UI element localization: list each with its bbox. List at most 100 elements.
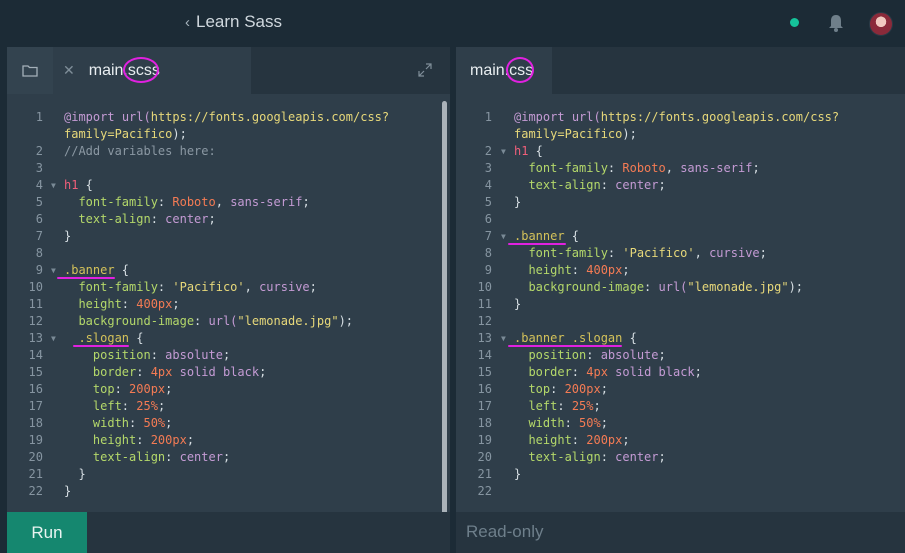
scrollbar[interactable] bbox=[442, 101, 447, 546]
course-title[interactable]: Learn Sass bbox=[196, 12, 282, 32]
code-line: 18 width: 50%; bbox=[7, 415, 450, 432]
code-text: height: 400px; bbox=[514, 262, 629, 279]
code-token: 'Pacifico' bbox=[622, 246, 695, 260]
code-line: 9 height: 400px; bbox=[456, 262, 905, 279]
code-token: @import bbox=[64, 110, 115, 124]
code-line: 11} bbox=[456, 296, 905, 313]
close-icon[interactable]: ✕ bbox=[63, 62, 75, 79]
line-number: 16 bbox=[28, 382, 43, 396]
code-token: h1 bbox=[64, 178, 79, 192]
code-token: top bbox=[514, 382, 551, 396]
code-token: { bbox=[129, 331, 144, 345]
line-number: 15 bbox=[477, 365, 492, 379]
code-token: { bbox=[114, 263, 130, 277]
code-line: 16 top: 200px; bbox=[456, 381, 905, 398]
code-token: 200px bbox=[129, 382, 166, 396]
code-token: , bbox=[215, 195, 231, 209]
avatar[interactable] bbox=[869, 12, 893, 36]
code-line: 15 border: 4px solid black; bbox=[456, 364, 905, 381]
code-token: : bbox=[136, 433, 151, 447]
annotation-underline bbox=[508, 243, 566, 245]
code-token: } bbox=[514, 297, 522, 311]
chevron-left-icon[interactable]: ‹ bbox=[185, 14, 190, 31]
fold-toggle-icon[interactable]: ▼ bbox=[51, 330, 56, 347]
code-text: //Add variables here: bbox=[64, 143, 216, 160]
code-token: : bbox=[571, 433, 587, 447]
code-token: family=Pacifico bbox=[514, 127, 623, 141]
code-token: ; bbox=[694, 365, 702, 379]
line-number: 3 bbox=[35, 161, 43, 175]
code-text: } bbox=[64, 483, 71, 500]
line-number: 17 bbox=[477, 399, 492, 413]
code-line: 20 text-align: center; bbox=[7, 449, 450, 466]
code-text: text-align: center; bbox=[514, 177, 665, 194]
tab-main-css[interactable]: main.css bbox=[456, 47, 552, 94]
code-token: family=Pacifico bbox=[64, 127, 173, 141]
editor-pane-scss: ✕ main.scss 1 @import url(https://fonts.g… bbox=[7, 47, 450, 553]
code-line: 6 text-align: center; bbox=[7, 211, 450, 228]
code-token: .banner .slogan bbox=[514, 331, 623, 345]
editor-footer: Run bbox=[7, 512, 450, 553]
code-token: absolute bbox=[600, 348, 659, 362]
expand-icon[interactable] bbox=[418, 63, 432, 77]
code-token: : bbox=[121, 399, 137, 413]
code-token: : bbox=[600, 450, 616, 464]
code-token: ; bbox=[593, 399, 601, 413]
code-token: ; bbox=[302, 195, 310, 209]
line-number: 8 bbox=[484, 246, 492, 260]
code-line: 21} bbox=[456, 466, 905, 483]
fold-toggle-icon[interactable]: ▼ bbox=[501, 228, 506, 245]
code-token: border bbox=[514, 365, 572, 379]
code-token: font-family bbox=[514, 161, 608, 175]
tab-main-scss[interactable]: ✕ main.scss bbox=[53, 47, 251, 94]
bell-icon[interactable] bbox=[827, 13, 845, 33]
code-token: } bbox=[514, 467, 522, 481]
code-token: black bbox=[222, 365, 260, 379]
code-token: : bbox=[607, 161, 623, 175]
code-text: top: 200px; bbox=[64, 381, 173, 398]
code-token: left bbox=[514, 399, 558, 413]
line-number: 18 bbox=[477, 416, 492, 430]
code-token: position bbox=[64, 348, 151, 362]
code-token: //Add variables here: bbox=[64, 144, 216, 158]
code-editor[interactable]: 1 @import url(https://fonts.googleapis.co… bbox=[7, 109, 450, 500]
tab-filename: main.css bbox=[470, 56, 534, 83]
code-text: } bbox=[514, 194, 521, 211]
fold-toggle-icon[interactable]: ▼ bbox=[51, 262, 56, 279]
code-token: ; bbox=[752, 161, 760, 175]
code-line: 3 bbox=[7, 160, 450, 177]
fold-toggle-icon[interactable]: ▼ bbox=[501, 330, 506, 347]
code-text: background-image: url("lemonade.jpg"); bbox=[64, 313, 353, 330]
line-number: 2 bbox=[484, 144, 492, 158]
code-token: url( bbox=[121, 110, 151, 124]
line-number: 3 bbox=[484, 161, 492, 175]
folder-icon[interactable] bbox=[7, 47, 53, 94]
code-token: { bbox=[622, 331, 637, 345]
code-token: { bbox=[528, 144, 543, 158]
code-token: : bbox=[607, 246, 623, 260]
line-number: 14 bbox=[477, 348, 492, 362]
run-button[interactable]: Run bbox=[7, 512, 87, 553]
code-token: : bbox=[571, 365, 587, 379]
code-token: 50% bbox=[143, 416, 166, 430]
fold-toggle-icon[interactable]: ▼ bbox=[51, 177, 56, 194]
code-line: 15 border: 4px solid black; bbox=[7, 364, 450, 381]
line-number: 18 bbox=[28, 416, 43, 430]
code-token: ); bbox=[172, 127, 187, 141]
line-number: 17 bbox=[28, 399, 43, 413]
code-token: ; bbox=[759, 246, 767, 260]
code-token: "lemonade.jpg" bbox=[687, 280, 789, 294]
code-token: text-align bbox=[514, 450, 601, 464]
fold-toggle-icon[interactable]: ▼ bbox=[501, 143, 506, 160]
line-number: 10 bbox=[477, 280, 492, 294]
code-text: text-align: center; bbox=[64, 211, 215, 228]
code-line: 1 @import url(https://fonts.googleapis.co… bbox=[456, 109, 905, 126]
code-token: } bbox=[64, 467, 86, 481]
code-token: Roboto bbox=[622, 161, 666, 175]
line-number: 8 bbox=[35, 246, 43, 260]
back-link[interactable]: ‹ Learn Sass bbox=[185, 12, 282, 32]
code-token: : bbox=[600, 178, 616, 192]
line-number: 22 bbox=[28, 484, 43, 498]
code-token: ); bbox=[622, 127, 637, 141]
code-token: left bbox=[64, 399, 122, 413]
